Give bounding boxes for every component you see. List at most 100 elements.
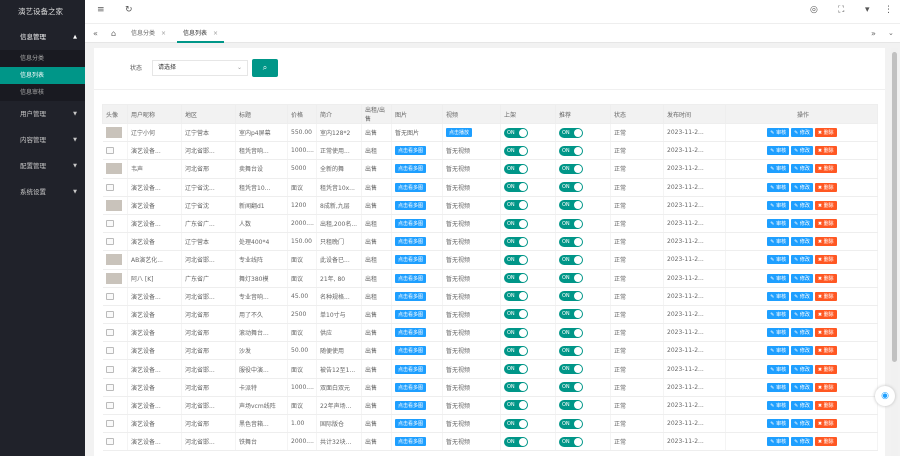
- review-button[interactable]: ✎ 审核: [767, 328, 790, 338]
- listed-switch[interactable]: ON: [504, 291, 528, 302]
- review-button[interactable]: ✎ 审核: [767, 291, 790, 301]
- more-icon[interactable]: ⋮: [884, 5, 893, 15]
- edit-button[interactable]: ✎ 修改: [791, 146, 813, 156]
- recommend-switch[interactable]: ON: [559, 145, 583, 156]
- sidebar-item[interactable]: 用户管理 ▼: [0, 101, 85, 127]
- view-images-button[interactable]: 点击看多图: [395, 273, 427, 283]
- review-button[interactable]: ✎ 审核: [767, 364, 790, 374]
- view-images-button[interactable]: 点击看多图: [395, 309, 427, 319]
- edit-button[interactable]: ✎ 修改: [791, 437, 813, 447]
- delete-button[interactable]: ✖ 删除: [814, 382, 837, 392]
- recommend-switch[interactable]: ON: [559, 418, 583, 429]
- delete-button[interactable]: ✖ 删除: [814, 237, 837, 247]
- play-video-button[interactable]: 点击播放: [446, 128, 473, 138]
- review-button[interactable]: ✎ 审核: [767, 419, 790, 429]
- delete-button[interactable]: ✖ 删除: [814, 182, 837, 192]
- delete-button[interactable]: ✖ 删除: [814, 437, 837, 447]
- sidebar-subitem[interactable]: 信息审核: [0, 84, 85, 101]
- sidebar-item[interactable]: 配置管理 ▼: [0, 153, 85, 179]
- review-button[interactable]: ✎ 审核: [767, 273, 790, 283]
- recommend-switch[interactable]: ON: [559, 382, 583, 393]
- view-images-button[interactable]: 点击看多图: [395, 419, 427, 429]
- review-button[interactable]: ✎ 审核: [767, 182, 790, 192]
- recommend-switch[interactable]: ON: [559, 273, 583, 284]
- delete-button[interactable]: ✖ 删除: [814, 328, 837, 338]
- review-button[interactable]: ✎ 审核: [767, 146, 790, 156]
- delete-button[interactable]: ✖ 删除: [814, 364, 837, 374]
- listed-switch[interactable]: ON: [504, 345, 528, 356]
- recommend-switch[interactable]: ON: [559, 364, 583, 375]
- edit-button[interactable]: ✎ 修改: [791, 291, 813, 301]
- recommend-switch[interactable]: ON: [559, 291, 583, 302]
- listed-switch[interactable]: ON: [504, 327, 528, 338]
- review-button[interactable]: ✎ 审核: [767, 237, 790, 247]
- view-images-button[interactable]: 点击看多图: [395, 255, 427, 265]
- view-images-button[interactable]: 点击看多图: [395, 437, 427, 447]
- close-icon[interactable]: ×: [213, 30, 218, 37]
- home-icon[interactable]: ⌂: [105, 24, 122, 43]
- edit-button[interactable]: ✎ 修改: [791, 182, 813, 192]
- delete-button[interactable]: ✖ 删除: [814, 419, 837, 429]
- view-images-button[interactable]: 点击看多图: [395, 164, 427, 174]
- review-button[interactable]: ✎ 审核: [767, 437, 790, 447]
- view-images-button[interactable]: 点击看多图: [395, 182, 427, 192]
- edit-button[interactable]: ✎ 修改: [791, 219, 813, 229]
- menu-toggle-icon[interactable]: ≡: [97, 5, 105, 15]
- view-images-button[interactable]: 点击看多图: [395, 219, 427, 229]
- edit-button[interactable]: ✎ 修改: [791, 237, 813, 247]
- status-select[interactable]: 请选择 ⌄: [152, 60, 248, 76]
- review-button[interactable]: ✎ 审核: [767, 200, 790, 210]
- review-button[interactable]: ✎ 审核: [767, 309, 790, 319]
- listed-switch[interactable]: ON: [504, 436, 528, 447]
- edit-button[interactable]: ✎ 修改: [791, 328, 813, 338]
- tab-dropdown-icon[interactable]: ⌄: [882, 24, 900, 43]
- sidebar-item[interactable]: 信息管理 ▲: [0, 24, 85, 50]
- delete-button[interactable]: ✖ 删除: [814, 219, 837, 229]
- recommend-switch[interactable]: ON: [559, 436, 583, 447]
- sidebar-subitem[interactable]: 信息分类: [0, 50, 85, 67]
- listed-switch[interactable]: ON: [504, 254, 528, 265]
- recommend-switch[interactable]: ON: [559, 254, 583, 265]
- delete-button[interactable]: ✖ 删除: [814, 273, 837, 283]
- edit-button[interactable]: ✎ 修改: [791, 309, 813, 319]
- edit-button[interactable]: ✎ 修改: [791, 164, 813, 174]
- review-button[interactable]: ✎ 审核: [767, 164, 790, 174]
- recommend-switch[interactable]: ON: [559, 327, 583, 338]
- review-button[interactable]: ✎ 审核: [767, 255, 790, 265]
- recommend-switch[interactable]: ON: [559, 200, 583, 211]
- edit-button[interactable]: ✎ 修改: [791, 255, 813, 265]
- sidebar-item[interactable]: 系统设置 ▼: [0, 179, 85, 205]
- review-button[interactable]: ✎ 审核: [767, 128, 790, 138]
- sidebar-subitem[interactable]: 信息列表: [0, 67, 85, 84]
- listed-switch[interactable]: ON: [504, 218, 528, 229]
- recommend-switch[interactable]: ON: [559, 236, 583, 247]
- view-images-button[interactable]: 点击看多图: [395, 146, 427, 156]
- edit-button[interactable]: ✎ 修改: [791, 200, 813, 210]
- scrollbar-thumb[interactable]: [892, 52, 897, 362]
- edit-button[interactable]: ✎ 修改: [791, 400, 813, 410]
- recommend-switch[interactable]: ON: [559, 182, 583, 193]
- review-button[interactable]: ✎ 审核: [767, 346, 790, 356]
- view-images-button[interactable]: 点击看多图: [395, 364, 427, 374]
- review-button[interactable]: ✎ 审核: [767, 382, 790, 392]
- delete-button[interactable]: ✖ 删除: [814, 309, 837, 319]
- view-images-button[interactable]: 点击看多图: [395, 328, 427, 338]
- view-images-button[interactable]: 点击看多图: [395, 200, 427, 210]
- listed-switch[interactable]: ON: [504, 145, 528, 156]
- delete-button[interactable]: ✖ 删除: [814, 146, 837, 156]
- edit-button[interactable]: ✎ 修改: [791, 128, 813, 138]
- tab-info-list[interactable]: 信息列表 ×: [177, 24, 225, 43]
- tab-scroll-left-icon[interactable]: «: [87, 24, 104, 43]
- listed-switch[interactable]: ON: [504, 309, 528, 320]
- recommend-switch[interactable]: ON: [559, 400, 583, 411]
- recommend-switch[interactable]: ON: [559, 345, 583, 356]
- close-icon[interactable]: ×: [161, 30, 166, 37]
- view-images-button[interactable]: 点击看多图: [395, 291, 427, 301]
- view-images-button[interactable]: 点击看多图: [395, 382, 427, 392]
- listed-switch[interactable]: ON: [504, 273, 528, 284]
- tab-scroll-right-icon[interactable]: »: [865, 24, 882, 43]
- recommend-switch[interactable]: ON: [559, 218, 583, 229]
- edit-button[interactable]: ✎ 修改: [791, 364, 813, 374]
- delete-button[interactable]: ✖ 删除: [814, 400, 837, 410]
- listed-switch[interactable]: ON: [504, 382, 528, 393]
